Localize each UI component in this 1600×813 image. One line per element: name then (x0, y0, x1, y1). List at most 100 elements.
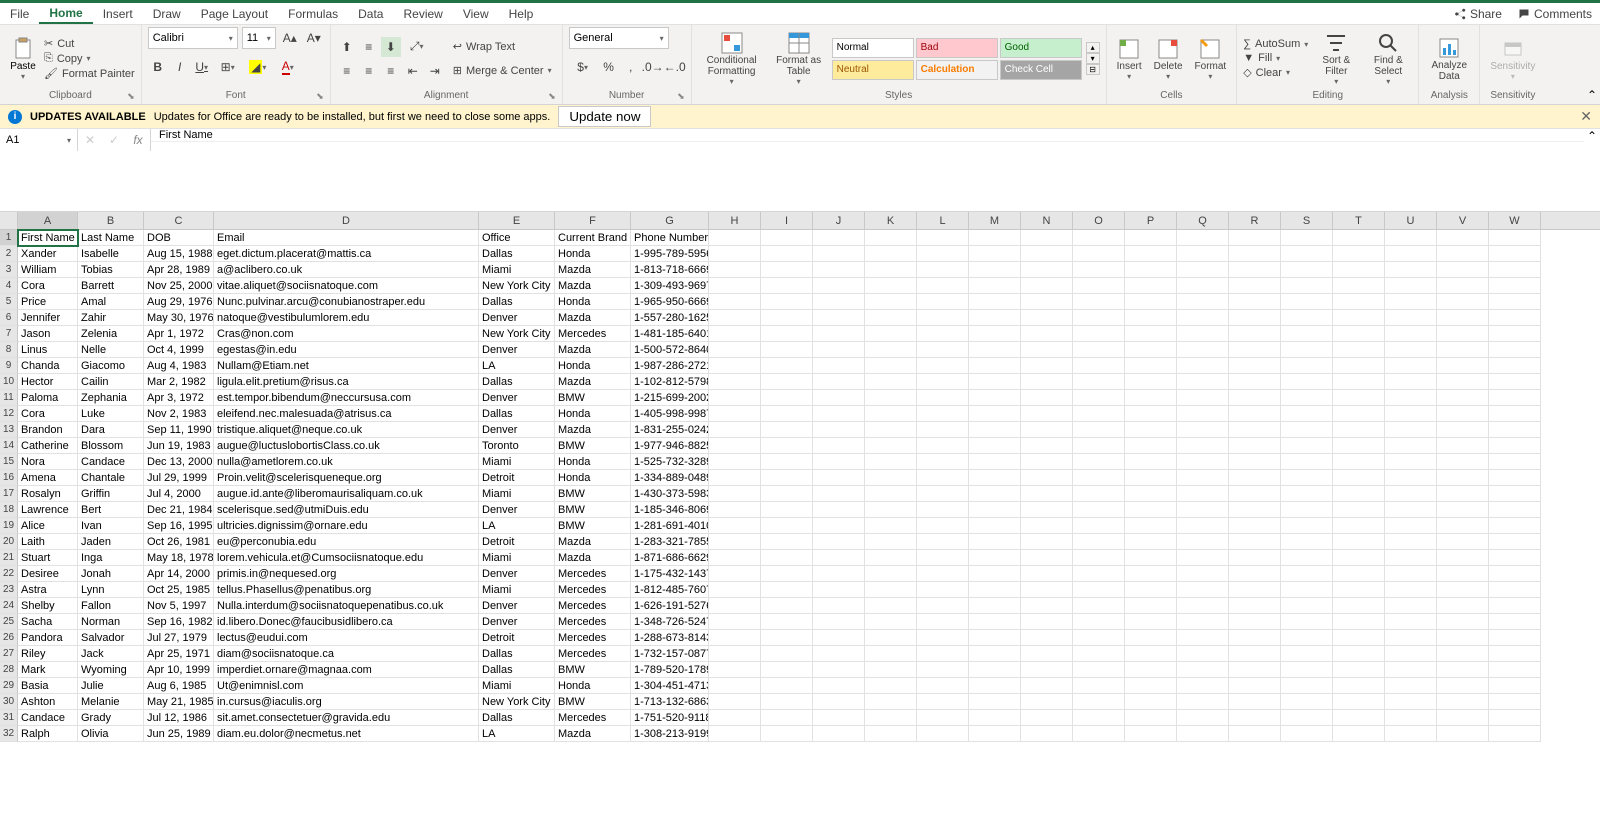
cell[interactable]: Zahir (78, 310, 144, 326)
cell[interactable] (1073, 310, 1125, 326)
cell[interactable] (1125, 566, 1177, 582)
cell[interactable]: eleifend.nec.malesuada@atrisus.ca (214, 406, 479, 422)
cell[interactable] (1073, 566, 1125, 582)
cell[interactable] (1177, 662, 1229, 678)
cell[interactable] (813, 246, 865, 262)
cell[interactable] (1177, 470, 1229, 486)
cell[interactable]: Xander (18, 246, 78, 262)
row-header[interactable]: 18 (0, 502, 18, 518)
cell[interactable]: Candace (18, 710, 78, 726)
cell[interactable] (1333, 358, 1385, 374)
row-header[interactable]: 4 (0, 278, 18, 294)
cell[interactable]: Alice (18, 518, 78, 534)
cell[interactable]: Mazda (555, 262, 631, 278)
cell[interactable] (969, 326, 1021, 342)
cell[interactable]: Jennifer (18, 310, 78, 326)
cell[interactable] (865, 678, 917, 694)
cell[interactable] (1437, 246, 1489, 262)
cell[interactable] (1021, 710, 1073, 726)
cell[interactable] (1281, 262, 1333, 278)
cell[interactable] (917, 262, 969, 278)
cell[interactable] (1021, 294, 1073, 310)
cell[interactable] (1073, 694, 1125, 710)
cell[interactable] (1385, 374, 1437, 390)
cell[interactable] (969, 694, 1021, 710)
cell[interactable] (1333, 406, 1385, 422)
cell[interactable]: augue@luctuslobortisClass.co.uk (214, 438, 479, 454)
cell[interactable] (1489, 694, 1541, 710)
cell[interactable] (761, 454, 813, 470)
cell[interactable] (1281, 358, 1333, 374)
cell[interactable] (1229, 550, 1281, 566)
cell[interactable] (1177, 502, 1229, 518)
cell[interactable] (813, 438, 865, 454)
cell[interactable]: Current Brand (555, 230, 631, 246)
cell[interactable] (1125, 454, 1177, 470)
cell[interactable] (865, 294, 917, 310)
cell[interactable] (917, 278, 969, 294)
cell[interactable] (1333, 646, 1385, 662)
cell[interactable] (1125, 518, 1177, 534)
cell[interactable] (1073, 630, 1125, 646)
cell[interactable] (1385, 262, 1437, 278)
cell[interactable] (1125, 310, 1177, 326)
cell[interactable] (1385, 518, 1437, 534)
cell[interactable] (1333, 710, 1385, 726)
cell[interactable] (709, 230, 761, 246)
orientation-icon[interactable]: ⤢▾ (403, 37, 431, 57)
cell[interactable]: Dallas (479, 294, 555, 310)
cell[interactable] (969, 422, 1021, 438)
cell[interactable]: Apr 1, 1972 (144, 326, 214, 342)
number-format-select[interactable]: General▾ (569, 27, 669, 49)
cell[interactable] (813, 310, 865, 326)
row-header[interactable]: 7 (0, 326, 18, 342)
cell[interactable] (1125, 262, 1177, 278)
cell[interactable] (1437, 710, 1489, 726)
format-cells-button[interactable]: Format▾ (1191, 37, 1231, 81)
cell[interactable]: Desiree (18, 566, 78, 582)
cell[interactable] (1333, 390, 1385, 406)
cell[interactable] (1177, 518, 1229, 534)
cell[interactable] (1437, 502, 1489, 518)
cell[interactable] (813, 374, 865, 390)
cell[interactable]: Inga (78, 550, 144, 566)
cell[interactable] (1281, 710, 1333, 726)
cell[interactable]: primis.in@nequesed.org (214, 566, 479, 582)
cell[interactable] (813, 582, 865, 598)
cell[interactable]: Nora (18, 454, 78, 470)
cell[interactable] (709, 294, 761, 310)
cell[interactable] (865, 598, 917, 614)
column-header[interactable]: U (1385, 212, 1437, 229)
cell[interactable] (1281, 566, 1333, 582)
name-box[interactable]: A1▾ (0, 129, 78, 151)
cell[interactable] (1021, 662, 1073, 678)
row-header[interactable]: 2 (0, 246, 18, 262)
cell[interactable] (1489, 358, 1541, 374)
cell[interactable] (1177, 374, 1229, 390)
cell[interactable]: Nov 5, 1997 (144, 598, 214, 614)
cell[interactable] (1125, 438, 1177, 454)
cell[interactable] (1021, 358, 1073, 374)
cell[interactable] (1177, 678, 1229, 694)
cell[interactable] (813, 454, 865, 470)
cell[interactable]: Sacha (18, 614, 78, 630)
cell[interactable]: Catherine (18, 438, 78, 454)
sensitivity-button[interactable]: Sensitivity▾ (1486, 37, 1539, 81)
cell[interactable] (865, 534, 917, 550)
cell[interactable] (1281, 470, 1333, 486)
increase-decimal-icon[interactable]: .0→ (643, 57, 663, 77)
cell[interactable] (1437, 550, 1489, 566)
cell[interactable] (917, 502, 969, 518)
cell[interactable] (1385, 406, 1437, 422)
cell[interactable] (1489, 486, 1541, 502)
decrease-decimal-icon[interactable]: ←.0 (665, 57, 685, 77)
column-header[interactable]: G (631, 212, 709, 229)
column-header[interactable]: I (761, 212, 813, 229)
cell[interactable] (813, 326, 865, 342)
cell[interactable]: Honda (555, 246, 631, 262)
cell[interactable] (1437, 342, 1489, 358)
cell[interactable] (1489, 614, 1541, 630)
cell[interactable]: 1-977-946-8825 (631, 438, 709, 454)
cell[interactable]: Sep 11, 1990 (144, 422, 214, 438)
cell[interactable] (813, 470, 865, 486)
